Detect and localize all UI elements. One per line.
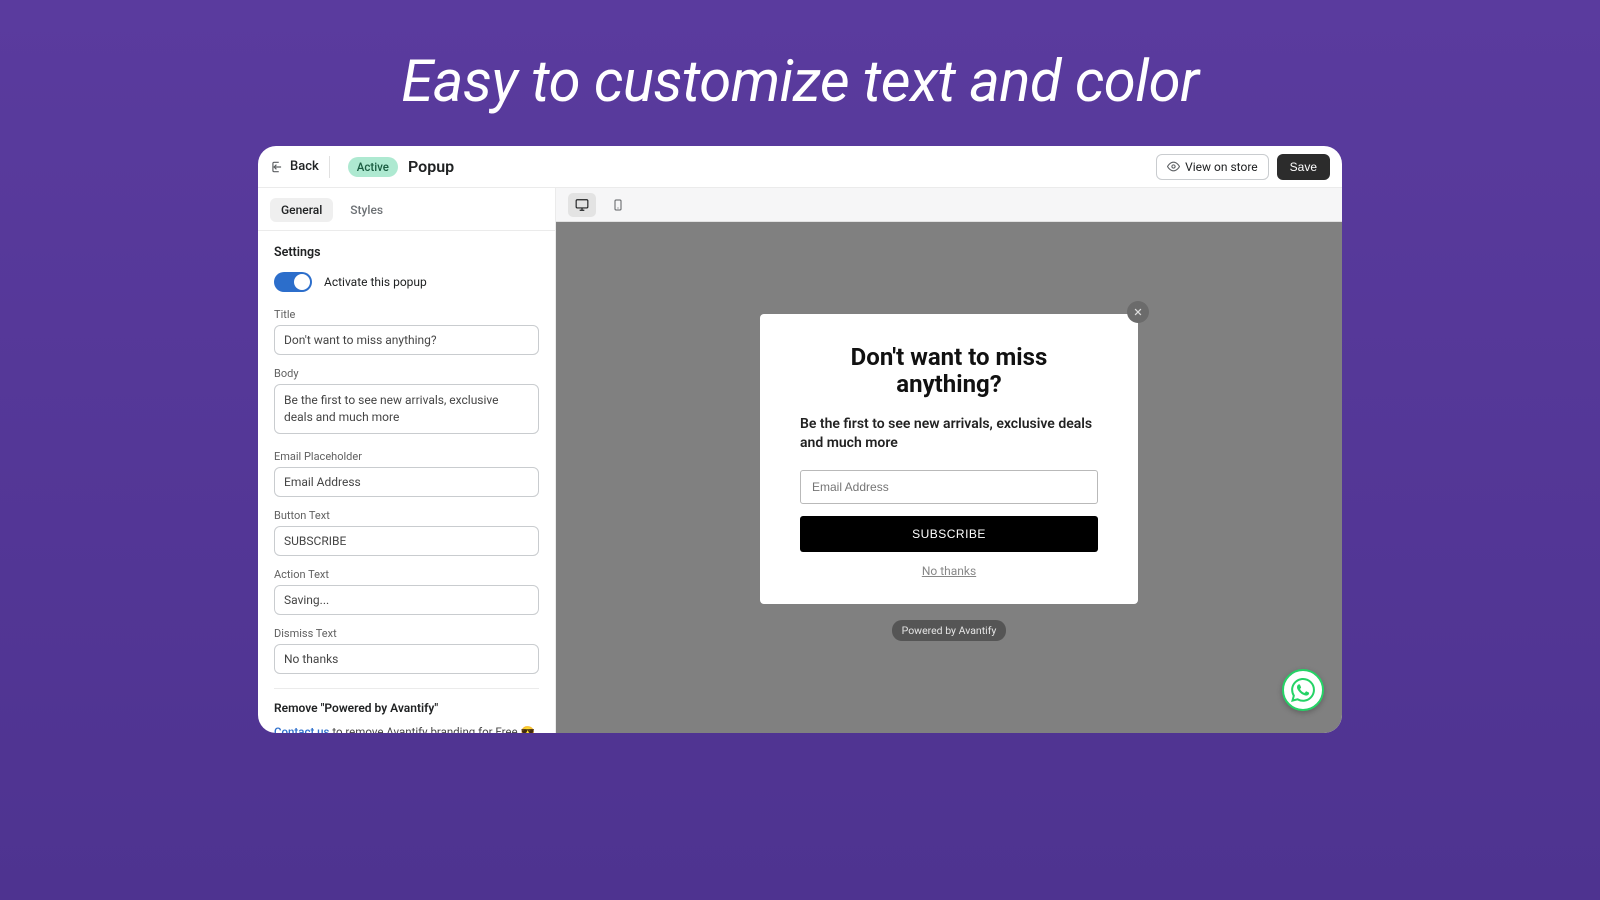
tabs: General Styles — [258, 188, 555, 231]
action-text-label: Action Text — [274, 568, 539, 581]
email-placeholder-label: Email Placeholder — [274, 450, 539, 463]
remove-branding-heading: Remove "Powered by Avantify" — [274, 701, 539, 715]
settings-heading: Settings — [274, 245, 539, 260]
button-text-label: Button Text — [274, 509, 539, 522]
title-label: Title — [274, 308, 539, 321]
button-text-input[interactable] — [274, 526, 539, 556]
tab-styles[interactable]: Styles — [339, 198, 394, 222]
popup-title: Don't want to miss anything? — [800, 344, 1098, 399]
title-input[interactable] — [274, 325, 539, 355]
back-button[interactable]: Back — [270, 156, 338, 178]
desktop-icon — [575, 198, 589, 212]
desktop-view-button[interactable] — [568, 193, 596, 217]
body-label: Body — [274, 367, 539, 380]
view-on-store-button[interactable]: View on store — [1156, 154, 1269, 180]
popup-card: Don't want to miss anything? Be the firs… — [760, 314, 1138, 605]
mobile-icon — [612, 198, 624, 212]
whatsapp-button[interactable] — [1282, 669, 1324, 711]
action-text-input[interactable] — [274, 585, 539, 615]
dismiss-text-label: Dismiss Text — [274, 627, 539, 640]
preview-canvas: Don't want to miss anything? Be the firs… — [556, 222, 1342, 733]
dismiss-text-input[interactable] — [274, 644, 539, 674]
tab-general[interactable]: General — [270, 198, 333, 222]
status-badge: Active — [348, 157, 398, 177]
no-thanks-link[interactable]: No thanks — [800, 564, 1098, 578]
app-window: Back Active Popup View on store Save Gen… — [258, 146, 1342, 733]
preview-area: Don't want to miss anything? Be the firs… — [556, 188, 1342, 733]
powered-by-badge: Powered by Avantify — [892, 620, 1007, 641]
subscribe-button[interactable]: SUBSCRIBE — [800, 516, 1098, 552]
back-label: Back — [290, 159, 319, 174]
marketing-headline: Easy to customize text and color — [0, 0, 1600, 146]
activate-toggle[interactable] — [274, 272, 312, 292]
email-placeholder-input[interactable] — [274, 467, 539, 497]
settings-sidebar: General Styles Settings Activate this po… — [258, 188, 556, 733]
page-title: Popup — [408, 157, 454, 176]
activate-toggle-label: Activate this popup — [324, 275, 427, 289]
branding-rest: to remove Avantify branding for Free 😎 — [329, 725, 534, 733]
eye-icon — [1167, 160, 1180, 173]
divider — [274, 688, 539, 689]
view-on-store-label: View on store — [1185, 160, 1258, 174]
popup-email-input[interactable] — [800, 470, 1098, 504]
contact-us-link[interactable]: Contact us — [274, 725, 329, 733]
close-icon — [1133, 307, 1143, 317]
back-icon — [270, 160, 284, 174]
topbar: Back Active Popup View on store Save — [258, 146, 1342, 188]
body-input[interactable]: Be the first to see new arrivals, exclus… — [274, 384, 539, 434]
device-bar — [556, 188, 1342, 222]
branding-text: Contact us to remove Avantify branding f… — [274, 725, 539, 733]
save-button[interactable]: Save — [1277, 154, 1330, 180]
mobile-view-button[interactable] — [604, 193, 632, 217]
close-button[interactable] — [1127, 301, 1149, 323]
popup-body: Be the first to see new arrivals, exclus… — [800, 415, 1098, 453]
whatsapp-icon — [1291, 678, 1315, 702]
